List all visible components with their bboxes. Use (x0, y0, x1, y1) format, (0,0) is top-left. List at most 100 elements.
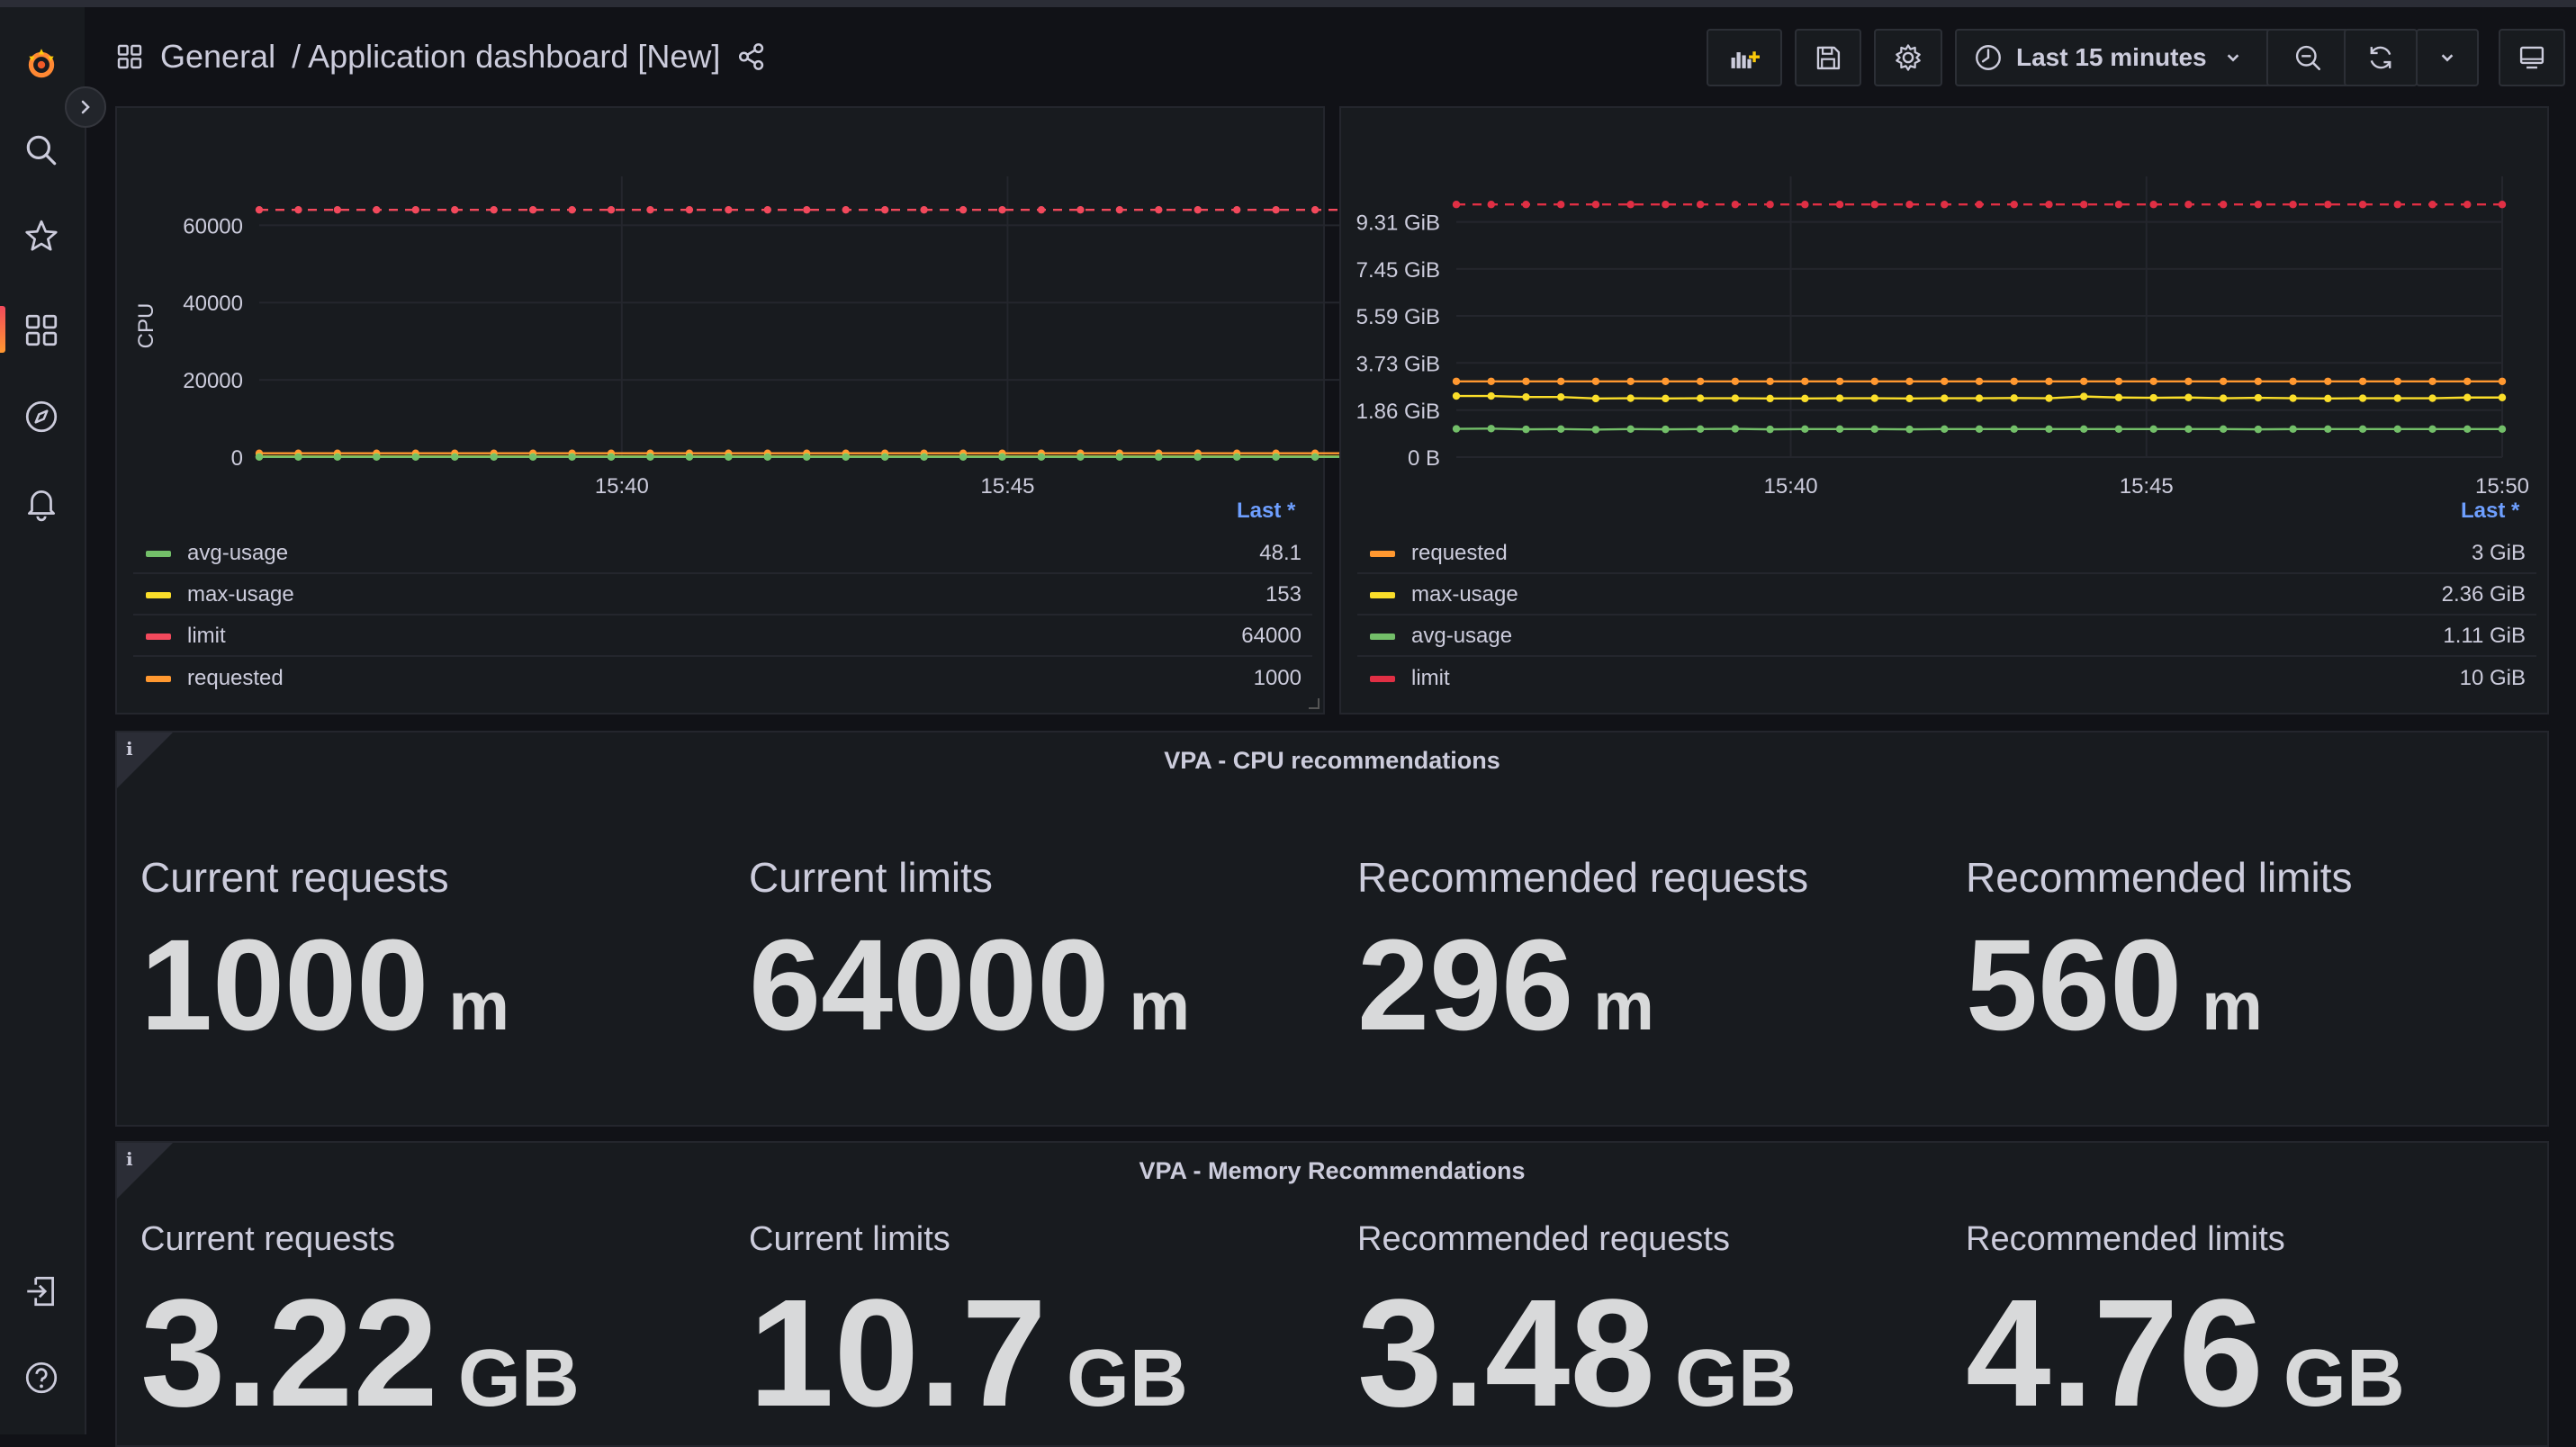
data-point-max-usage (1488, 392, 1495, 400)
legend-item-max-usage[interactable]: max-usage153 (133, 576, 1312, 616)
legend-item-avg-usage[interactable]: avg-usage1.11 GiB (1357, 617, 2536, 657)
data-point-max-usage (2149, 394, 2157, 401)
data-point-avg-usage (1905, 426, 1913, 433)
data-point-avg-usage (2011, 426, 2018, 433)
breadcrumb-folder[interactable]: General (160, 38, 275, 76)
refresh-button[interactable] (2344, 29, 2418, 86)
stat-label: Current requests (140, 1220, 395, 1259)
memory-usage-panel[interactable]: 0 B1.86 GiB3.73 GiB5.59 GiB7.45 GiB9.31 … (1339, 106, 2549, 715)
data-point-requested (1592, 378, 1599, 385)
data-point-requested (2428, 378, 2436, 385)
data-point-avg-usage (1626, 426, 1634, 433)
data-point-avg-usage (1697, 426, 1704, 433)
data-point-avg-usage (1801, 426, 1808, 433)
alerting-bell-icon[interactable] (15, 477, 68, 529)
help-icon[interactable] (15, 1352, 68, 1404)
dashboards-icon[interactable] (15, 304, 68, 356)
data-point-avg-usage (1557, 426, 1564, 433)
cpu-usage-panel[interactable]: 020000400006000015:4015:4515:50CPU Last … (115, 106, 1325, 715)
data-point-avg-usage (2115, 426, 2122, 433)
data-point-avg-usage (803, 454, 810, 461)
time-range-label: Last 15 minutes (2016, 43, 2207, 72)
legend-item-max-usage[interactable]: max-usage2.36 GiB (1357, 576, 2536, 616)
data-point-limit (2220, 201, 2227, 208)
zoom-out-button[interactable] (2266, 29, 2349, 86)
data-point-limit (373, 206, 380, 213)
active-indicator (0, 306, 5, 353)
data-point-requested (2115, 378, 2122, 385)
data-point-avg-usage (764, 454, 771, 461)
data-point-avg-usage (1836, 426, 1843, 433)
data-point-max-usage (1766, 395, 1773, 402)
share-icon[interactable] (736, 41, 767, 72)
data-point-avg-usage (490, 454, 497, 461)
legend-item-limit[interactable]: limit64000 (133, 617, 1312, 657)
stat-unit: m (1593, 968, 1654, 1045)
data-point-avg-usage (2394, 426, 2401, 433)
data-point-limit (1941, 201, 1948, 208)
data-point-avg-usage (2255, 426, 2262, 433)
data-point-limit (1836, 201, 1843, 208)
data-point-limit (2289, 201, 2296, 208)
vpa-cpu-recommendations-panel[interactable]: i VPA - CPU recommendations Current requ… (115, 731, 2549, 1127)
data-point-avg-usage (2499, 426, 2506, 433)
data-point-avg-usage (1732, 425, 1739, 432)
data-point-limit (2359, 201, 2366, 208)
search-icon[interactable] (15, 124, 68, 176)
data-point-avg-usage (1592, 426, 1599, 433)
legend-item-limit[interactable]: limit10 GiB (1357, 659, 2536, 698)
legend-item-avg-usage[interactable]: avg-usage48.1 (133, 535, 1312, 574)
data-point-avg-usage (2359, 426, 2366, 433)
x-tick-label: 15:45 (2120, 474, 2174, 499)
stat-unit: GB (1067, 1334, 1188, 1424)
legend-swatch (1370, 634, 1395, 640)
data-point-max-usage (2289, 394, 2296, 401)
data-point-limit (1557, 201, 1564, 208)
star-icon[interactable] (15, 211, 68, 263)
data-point-avg-usage (998, 454, 1005, 461)
data-point-limit (412, 206, 419, 213)
legend-swatch (146, 592, 171, 598)
add-panel-button[interactable] (1707, 29, 1782, 86)
dashboard-settings-button[interactable] (1874, 29, 1942, 86)
data-point-limit (1626, 201, 1634, 208)
stat-unit: m (448, 968, 509, 1045)
data-point-requested (1732, 378, 1739, 385)
gear-icon (1893, 42, 1923, 73)
vpa-memory-recommendations-panel[interactable]: i VPA - Memory Recommendations Current r… (115, 1141, 2549, 1447)
dashboard-title[interactable]: Application dashboard [New] (308, 38, 720, 76)
data-point-limit (1905, 201, 1913, 208)
y-tick-label: 3.73 GiB (1356, 352, 1440, 376)
refresh-interval-dropdown[interactable] (2416, 29, 2479, 86)
sign-in-icon[interactable] (15, 1265, 68, 1317)
explore-compass-icon[interactable] (15, 391, 68, 443)
data-point-max-usage (2011, 394, 2018, 401)
data-point-avg-usage (2220, 426, 2227, 433)
legend-item-requested[interactable]: requested3 GiB (1357, 535, 2536, 574)
data-point-max-usage (1592, 395, 1599, 402)
data-point-requested (1766, 378, 1773, 385)
data-point-limit (646, 206, 653, 213)
expand-sidebar-button[interactable] (65, 86, 106, 128)
data-point-requested (2045, 378, 2052, 385)
tv-mode-button[interactable] (2499, 29, 2565, 86)
save-dashboard-button[interactable] (1795, 29, 1861, 86)
stat-value: 296 (1357, 912, 1573, 1057)
panel-resize-handle[interactable] (1309, 698, 1320, 709)
data-point-avg-usage (1233, 454, 1240, 461)
legend-series-name: requested (1411, 541, 2472, 566)
data-point-avg-usage (412, 454, 419, 461)
breadcrumb-separator: / (292, 38, 301, 76)
data-point-limit (529, 206, 536, 213)
grafana-logo-icon[interactable] (15, 38, 68, 90)
data-point-avg-usage (451, 454, 458, 461)
data-point-avg-usage (646, 454, 653, 461)
data-point-max-usage (2255, 394, 2262, 401)
data-point-max-usage (1626, 394, 1634, 401)
data-point-limit (1453, 201, 1460, 208)
data-point-avg-usage (568, 454, 575, 461)
legend-series-name: limit (1411, 666, 2460, 691)
data-point-limit (1732, 201, 1739, 208)
data-point-requested (2463, 378, 2471, 385)
legend-item-requested[interactable]: requested1000 (133, 659, 1312, 698)
